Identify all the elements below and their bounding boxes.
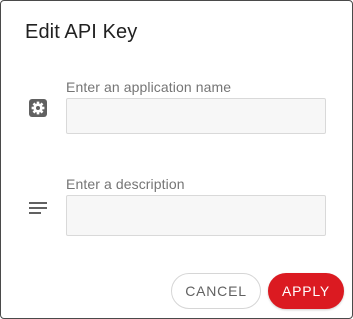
cancel-button[interactable]: CANCEL [171,273,261,309]
apply-button[interactable]: APPLY [268,273,344,309]
description-label: Enter a description [66,176,185,192]
dialog-title: Edit API Key [25,21,138,43]
description-input[interactable] [66,195,326,236]
edit-api-key-dialog: Edit API Key Enter an application name E… [0,0,353,319]
application-name-input[interactable] [66,98,326,134]
notes-lines-icon [27,197,49,219]
application-name-label: Enter an application name [66,79,232,95]
gear-icon [27,97,49,119]
